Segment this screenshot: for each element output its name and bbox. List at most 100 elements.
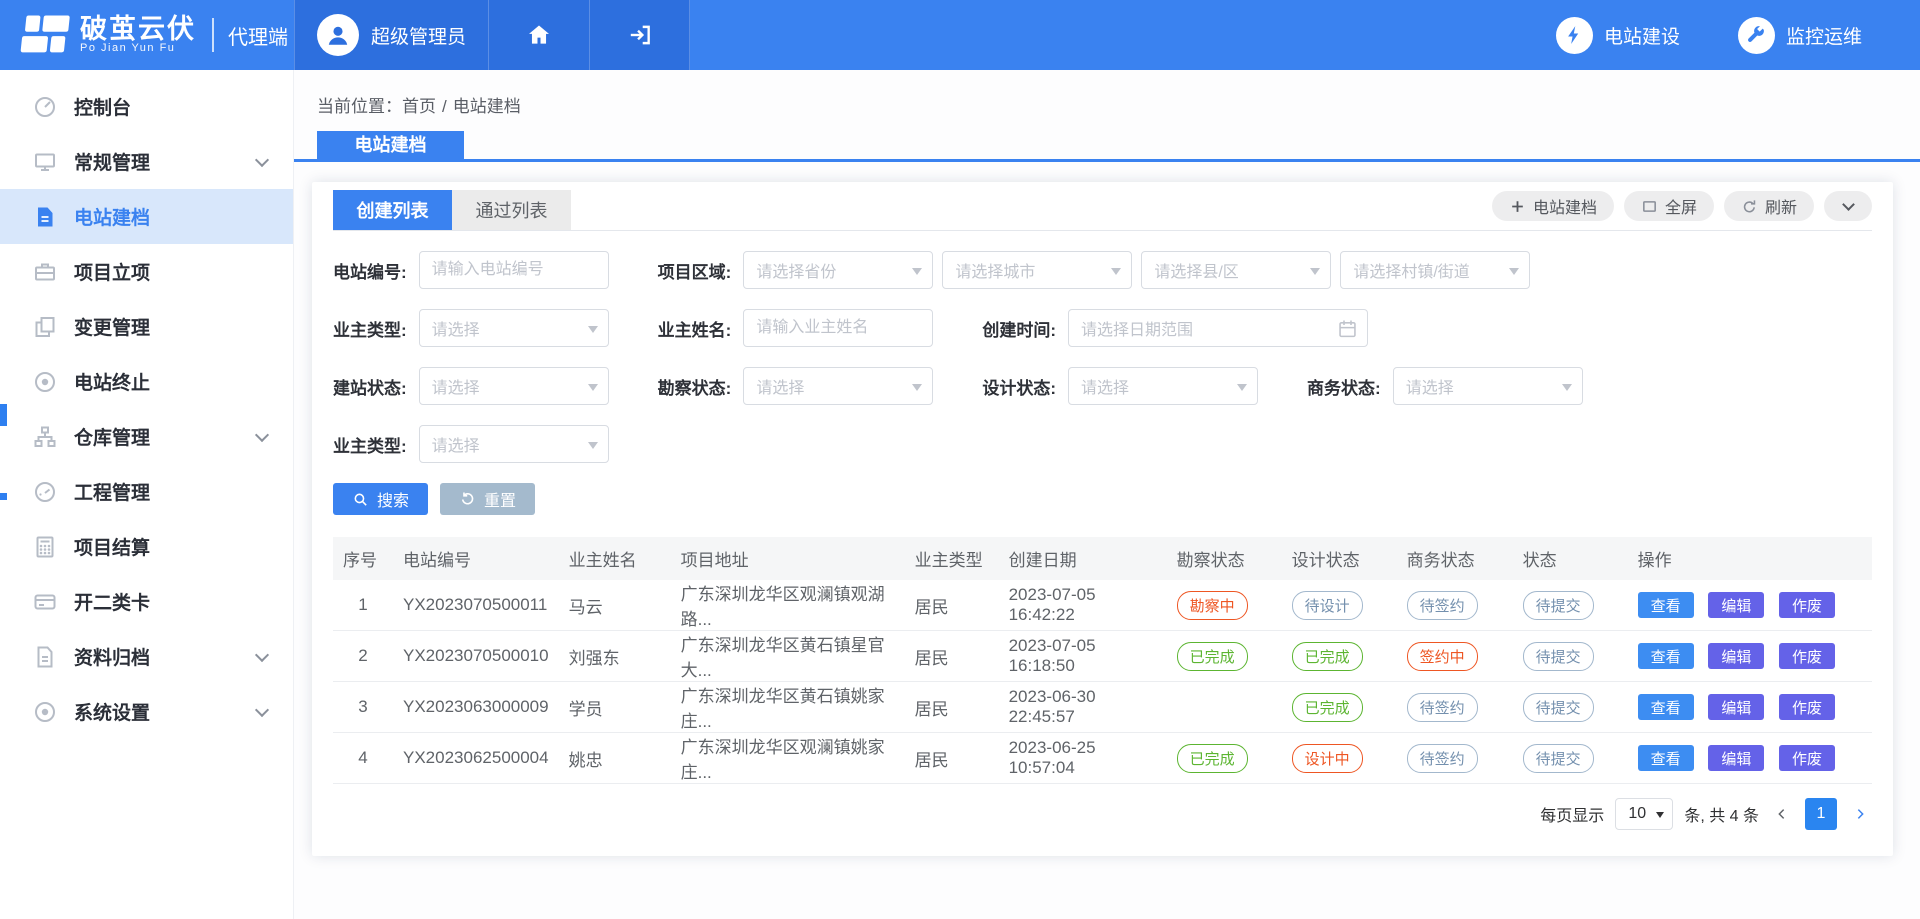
edit-button[interactable]: 编辑 <box>1708 592 1764 618</box>
sidebar-item-class2-card[interactable]: 开二类卡 <box>0 574 293 629</box>
filter-region: 项目区域: 请选择省份 请选择城市 请选择县/区 请选择村镇/街道 <box>658 251 1531 289</box>
breadcrumb-home-link[interactable]: 首页 <box>402 97 436 116</box>
edit-button[interactable]: 编辑 <box>1708 745 1764 771</box>
sidebar-scrollbar-thumb[interactable] <box>0 404 7 426</box>
cell-type: 居民 <box>905 733 999 784</box>
build-status-select[interactable]: 请选择 <box>419 367 609 405</box>
top-header: 破茧云伏 Po Jian Yun Fu 代理端 超级管理员 <box>0 0 1920 70</box>
sidebar-item-console[interactable]: 控制台 <box>0 79 293 134</box>
cell-code: YX2023070500011 <box>393 580 559 631</box>
sidebar-item-general-mgmt[interactable]: 常规管理 <box>0 134 293 189</box>
void-button[interactable]: 作废 <box>1779 643 1835 669</box>
monitor-ops-link[interactable]: 监控运维 <box>1738 17 1862 54</box>
collapse-toolbar-button[interactable] <box>1824 191 1872 221</box>
prev-page-button[interactable] <box>1770 806 1794 822</box>
sidebar-item-engineering-mgmt[interactable]: 工程管理 <box>0 464 293 519</box>
current-page[interactable]: 1 <box>1805 798 1837 830</box>
filter-form: 电站编号: 项目区域: 请选择省份 请选择城市 请选择县/区 <box>333 231 1872 515</box>
edit-button[interactable]: 编辑 <box>1708 643 1764 669</box>
caret-down-icon <box>1509 268 1519 280</box>
filter-design-status: 设计状态: 请选择 <box>982 367 1258 405</box>
sidebar-item-label: 项目结算 <box>74 533 150 560</box>
refresh-label: 刷新 <box>1765 194 1797 218</box>
city-select-value: 请选择城市 <box>955 258 1035 282</box>
user-avatar <box>317 14 359 56</box>
survey-status-select-value: 请选择 <box>756 374 804 398</box>
town-select[interactable]: 请选择村镇/街道 <box>1340 251 1530 289</box>
owner-name-input[interactable] <box>743 309 933 347</box>
create-time-label: 创建时间: <box>982 316 1056 341</box>
business-status-select[interactable]: 请选择 <box>1393 367 1583 405</box>
list-tabs: 创建列表 通过列表 电站建档 全屏 <box>333 186 1872 231</box>
tab-passed-list[interactable]: 通过列表 <box>452 190 571 230</box>
county-select[interactable]: 请选择县/区 <box>1141 251 1331 289</box>
survey-status-select[interactable]: 请选择 <box>743 367 933 405</box>
design-status-badge: 待设计 <box>1292 591 1363 620</box>
cell-owner: 姚忠 <box>559 733 671 784</box>
void-button[interactable]: 作废 <box>1779 694 1835 720</box>
sidebar-item-label: 电站建档 <box>74 203 150 230</box>
city-select[interactable]: 请选择城市 <box>942 251 1132 289</box>
sitemap-icon <box>33 425 57 449</box>
edit-button[interactable]: 编辑 <box>1708 694 1764 720</box>
sidebar-item-data-archive[interactable]: 资料归档 <box>0 629 293 684</box>
province-select[interactable]: 请选择省份 <box>743 251 933 289</box>
user-menu[interactable]: 超级管理员 <box>294 0 488 70</box>
filter-actions: 搜索 重置 <box>333 483 1872 515</box>
cell-seq: 4 <box>333 733 393 784</box>
sidebar-item-station-archive[interactable]: 电站建档 <box>0 189 293 244</box>
void-button[interactable]: 作废 <box>1779 745 1835 771</box>
per-page-select[interactable]: 10 <box>1615 798 1673 830</box>
design-status-select[interactable]: 请选择 <box>1068 367 1258 405</box>
fullscreen-button[interactable]: 全屏 <box>1624 191 1714 221</box>
page-tab-station-archive[interactable]: 电站建档 <box>317 131 464 159</box>
brand-subtitle: Po Jian Yun Fu <box>80 43 196 55</box>
owner-type-2-label: 业主类型: <box>333 432 407 457</box>
status-badge: 待提交 <box>1523 642 1594 671</box>
chevron-down-icon <box>1842 198 1855 211</box>
sidebar-scrollbar-mark <box>0 493 7 500</box>
sidebar-item-system-settings[interactable]: 系统设置 <box>0 684 293 739</box>
home-icon <box>526 22 552 48</box>
status-badge: 待提交 <box>1523 591 1594 620</box>
cell-created: 2023-06-30 22:45:57 <box>999 682 1167 733</box>
date-range-picker[interactable]: 请选择日期范围 <box>1068 309 1368 347</box>
view-button[interactable]: 查看 <box>1638 745 1694 771</box>
wrench-icon <box>1738 17 1775 54</box>
sidebar-item-project-settlement[interactable]: 项目结算 <box>0 519 293 574</box>
view-button[interactable]: 查看 <box>1638 694 1694 720</box>
add-station-button[interactable]: 电站建档 <box>1492 191 1614 221</box>
portal-label: 代理端 <box>212 18 288 52</box>
refresh-button[interactable]: 刷新 <box>1724 191 1814 221</box>
business-status-label: 商务状态: <box>1307 374 1381 399</box>
search-button[interactable]: 搜索 <box>333 483 428 515</box>
cell-address: 广东深圳龙华区观澜镇观湖路... <box>671 580 905 631</box>
caret-down-icon <box>588 326 598 338</box>
breadcrumb-current: 电站建档 <box>453 97 521 116</box>
view-button[interactable]: 查看 <box>1638 643 1694 669</box>
owner-type-select[interactable]: 请选择 <box>419 309 609 347</box>
sidebar-item-change-mgmt[interactable]: 变更管理 <box>0 299 293 354</box>
owner-type-2-select[interactable]: 请选择 <box>419 425 609 463</box>
sidebar-item-station-terminate[interactable]: 电站终止 <box>0 354 293 409</box>
file-icon <box>33 645 57 669</box>
sidebar-item-project-initiation[interactable]: 项目立项 <box>0 244 293 299</box>
survey-status-badge: 已完成 <box>1177 744 1248 773</box>
view-button[interactable]: 查看 <box>1638 592 1694 618</box>
filter-row-4: 业主类型: 请选择 <box>333 425 1872 463</box>
station-build-link[interactable]: 电站建设 <box>1556 17 1680 54</box>
next-page-button[interactable] <box>1848 806 1872 822</box>
void-button[interactable]: 作废 <box>1779 592 1835 618</box>
caret-down-icon <box>588 384 598 396</box>
reset-button[interactable]: 重置 <box>440 483 535 515</box>
col-address: 项目地址 <box>671 537 905 580</box>
tab-create-list[interactable]: 创建列表 <box>333 190 452 230</box>
chevron-left-icon <box>1774 806 1790 822</box>
brand-text: 破茧云伏 Po Jian Yun Fu <box>80 15 196 55</box>
logout-button[interactable] <box>589 0 690 70</box>
station-code-input[interactable] <box>419 251 609 289</box>
home-button[interactable] <box>488 0 589 70</box>
filter-build-status: 建站状态: 请选择 <box>333 367 609 405</box>
cell-address: 广东深圳龙华区黄石镇星官大... <box>671 631 905 682</box>
sidebar-item-warehouse-mgmt[interactable]: 仓库管理 <box>0 409 293 464</box>
